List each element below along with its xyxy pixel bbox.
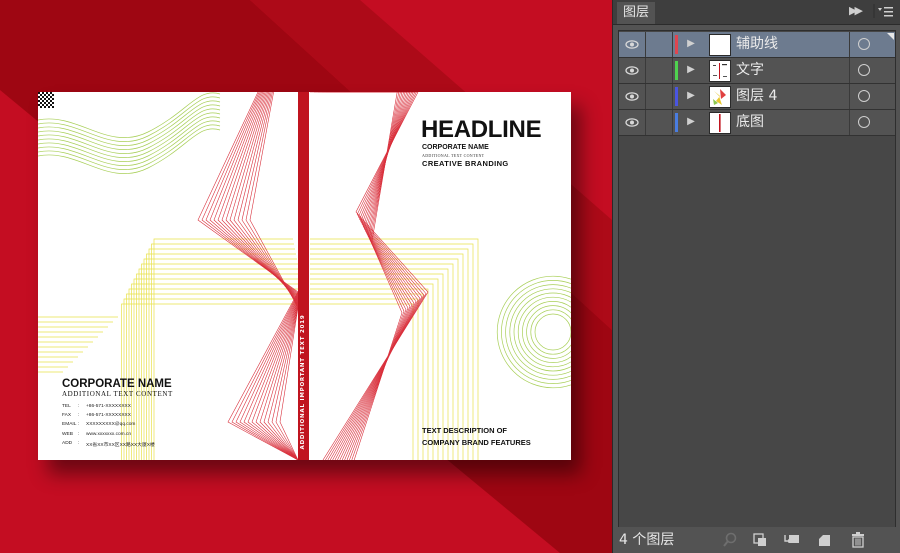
layer-row-layer4[interactable]: ▶ 图层 4 [619, 84, 895, 110]
target-circle-icon[interactable] [849, 58, 896, 83]
layer-thumbnail [709, 60, 731, 82]
expand-triangle-icon[interactable]: ▶ [684, 115, 698, 129]
lock-toggle[interactable] [646, 84, 673, 109]
panel-menu-icon[interactable] [873, 3, 895, 19]
target-circle-icon[interactable] [849, 110, 896, 135]
lock-toggle[interactable] [646, 58, 673, 83]
layers-panel: 图层 ▶▶ ▶ 辅助线 ▶ 文字 ▶ 图层 4 ▶ 底图 4 个图层 [612, 0, 900, 553]
layer-color-swatch [675, 113, 678, 132]
corporate-name-small: CORPORATE NAME [422, 144, 489, 151]
additional-text-small: ADDITIONAL TEXT CONTENT [422, 153, 485, 158]
additional-text: ADDITIONAL TEXT CONTENT [62, 390, 173, 398]
contact-row: FAX: +86-571-XXXXXXXX [62, 413, 155, 422]
selected-art-marker [887, 33, 894, 40]
contact-row: ADD: XX省XX市XX区XX路XX大厦X楼 [62, 441, 155, 450]
sublayer-icon[interactable] [783, 531, 801, 549]
artboard-canvas: ADDITIONAL IMPORTANT TEXT 2019 HEADLINE … [0, 0, 612, 553]
contact-value: XXXXXXXXX@qq.com [86, 422, 136, 428]
panel-footer: 4 个图层 [613, 527, 900, 553]
layer-count: 4 个图层 [619, 532, 675, 548]
layer-row-background[interactable]: ▶ 底图 [619, 110, 895, 136]
contact-key: WEB [62, 431, 73, 437]
contact-separator: : [78, 422, 80, 428]
contact-value: www.xxxxxxx.com.cn [86, 431, 132, 437]
expand-triangle-icon[interactable]: ▶ [684, 63, 698, 77]
eye-icon[interactable] [619, 84, 646, 109]
clipping-mask-icon[interactable] [751, 531, 769, 549]
creative-branding: CREATIVE BRANDING [422, 159, 509, 168]
new-layer-icon[interactable] [815, 531, 833, 549]
tab-layers[interactable]: 图层 [617, 2, 655, 24]
layer-thumbnail [709, 34, 731, 56]
headline: HEADLINE [421, 116, 542, 143]
contact-value: +86-571-XXXXXXXX [86, 413, 131, 419]
contact-separator: : [78, 431, 80, 437]
eye-icon[interactable] [619, 110, 646, 135]
contact-key: EMAIL [62, 422, 77, 428]
contact-separator: : [78, 404, 80, 409]
expand-triangle-icon[interactable]: ▶ [684, 37, 698, 51]
contact-separator: : [78, 440, 80, 446]
layer-color-swatch [675, 61, 678, 80]
target-circle-icon[interactable] [849, 84, 896, 109]
search-icon[interactable] [721, 531, 739, 549]
spine-text: ADDITIONAL IMPORTANT TEXT 2019 [300, 314, 306, 450]
eye-icon[interactable] [619, 58, 646, 83]
layer-name[interactable]: 图层 4 [736, 84, 777, 109]
layer-row-text[interactable]: ▶ 文字 [619, 58, 895, 84]
layer-list: ▶ 辅助线 ▶ 文字 ▶ 图层 4 ▶ 底图 [618, 30, 896, 528]
contact-key: ADD [62, 440, 73, 446]
trash-icon[interactable] [849, 531, 867, 549]
lock-toggle[interactable] [646, 110, 673, 135]
qr-code-icon [38, 92, 54, 108]
green-ring-lines [496, 275, 571, 389]
panel-tab-bar: 图层 ▶▶ [613, 0, 900, 25]
eye-icon[interactable] [619, 32, 646, 57]
brand-description: TEXT DESCRIPTION OF COMPANY BRAND FEATUR… [422, 426, 531, 447]
contact-key: TEL [62, 404, 71, 409]
contact-row: EMAIL: XXXXXXXXX@qq.com [62, 422, 155, 431]
expand-triangle-icon[interactable]: ▶ [684, 89, 698, 103]
corporate-name: CORPORATE NAME [62, 378, 172, 390]
contact-info: TEL: +86-571-XXXXXXXX FAX: +86-571-XXXXXXX… [62, 404, 155, 450]
collapse-icon[interactable]: ▶▶ [849, 4, 865, 18]
contact-value: XX省XX市XX区XX路XX大厦X楼 [86, 442, 155, 448]
layer-name[interactable]: 辅助线 [736, 32, 778, 57]
green-wave-lines [38, 92, 221, 174]
contact-key: FAX [62, 413, 72, 419]
lock-toggle[interactable] [646, 32, 673, 57]
layer-color-swatch [675, 35, 678, 54]
layer-thumbnail [709, 86, 731, 108]
layer-color-swatch [675, 87, 678, 106]
brochure-cover[interactable]: ADDITIONAL IMPORTANT TEXT 2019 HEADLINE … [38, 92, 571, 460]
layer-row-guides[interactable]: ▶ 辅助线 [619, 32, 895, 58]
layer-thumbnail [709, 112, 731, 134]
layer-name[interactable]: 文字 [736, 58, 764, 83]
contact-row: WEB: www.xxxxxxx.com.cn [62, 432, 155, 441]
contact-value: +86-571-XXXXXXXX [86, 404, 131, 409]
red-zigzag-lines [197, 92, 429, 460]
contact-separator: : [78, 413, 80, 419]
layer-name[interactable]: 底图 [736, 110, 764, 135]
contact-row: TEL: +86-571-XXXXXXXX [62, 404, 155, 413]
